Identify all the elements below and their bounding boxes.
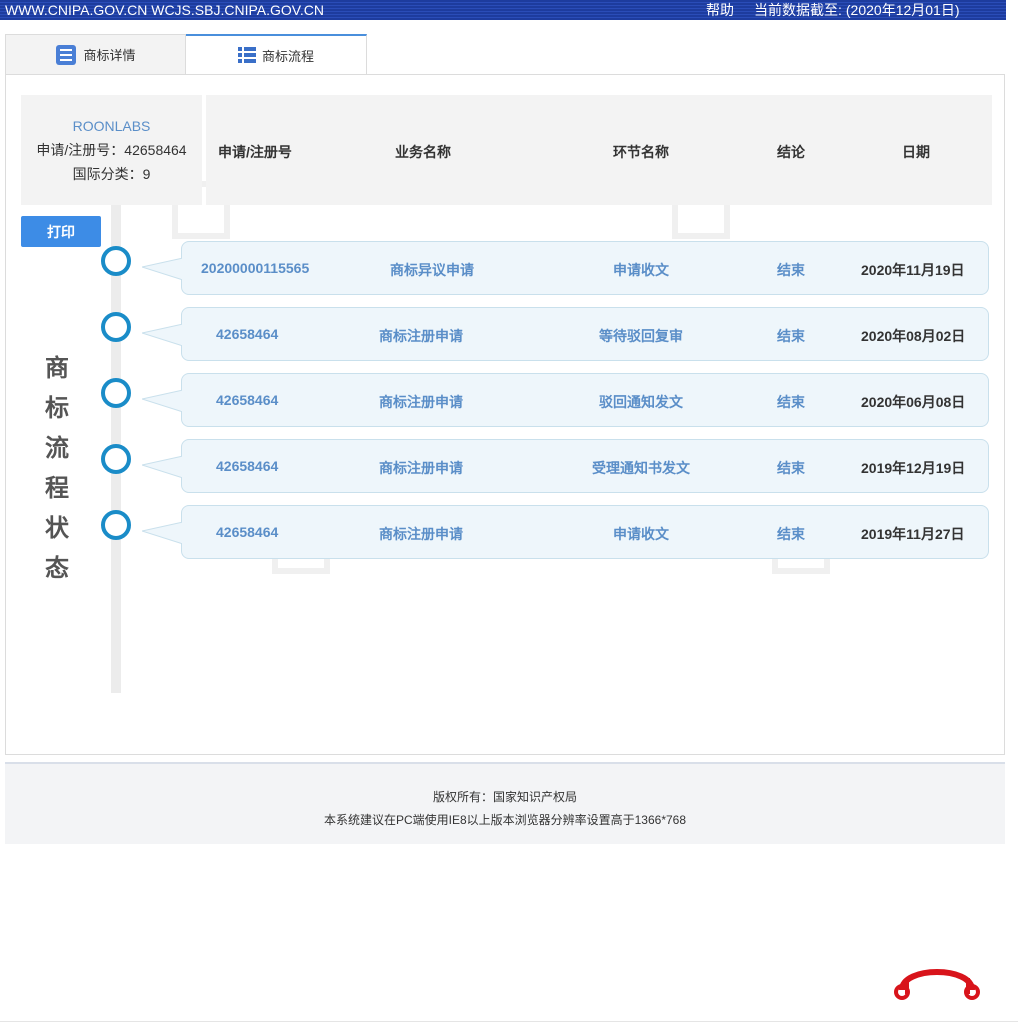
row-date: 2019年11月27日 xyxy=(861,526,965,542)
print-button[interactable]: 打印 xyxy=(21,216,101,247)
top-bar: WWW.CNIPA.GOV.CN WCJS.SBJ.CNIPA.GOV.CN 帮… xyxy=(0,0,1006,20)
site-domains: WWW.CNIPA.GOV.CN WCJS.SBJ.CNIPA.GOV.CN xyxy=(5,2,324,18)
table-header: 申请/注册号 业务名称 环节名称 结论 日期 xyxy=(206,95,992,205)
vertical-title-char: 标 xyxy=(45,395,69,422)
bottom-divider xyxy=(0,1021,1018,1022)
table-row: 20200000115565 商标异议申请 申请收文 结束 2020年11月19… xyxy=(142,241,989,295)
registration-number: 申请/注册号：42658464 xyxy=(36,142,187,158)
row-business: 商标注册申请 xyxy=(379,394,463,410)
row-date: 2020年06月08日 xyxy=(861,394,966,410)
grid-list-icon xyxy=(237,47,256,63)
data-date: 当前数据截至: (2020年12月01日) xyxy=(754,0,960,20)
row-date: 2020年11月19日 xyxy=(861,262,965,278)
vertical-title: 商 标 流 程 状 态 xyxy=(45,349,69,589)
process-panel: ROONLABS 申请/注册号：42658464 国际分类：9 申请/注册号 业… xyxy=(5,74,1005,755)
tab-trademark-details[interactable]: 商标详情 xyxy=(5,34,186,74)
header-result: 结论 xyxy=(777,144,805,160)
vertical-title-char: 状 xyxy=(45,515,69,542)
tab-trademark-process[interactable]: 商标流程 xyxy=(186,34,367,74)
row-result: 结束 xyxy=(777,460,805,476)
row-pointer xyxy=(142,522,182,544)
row-pointer xyxy=(142,390,182,412)
row-step: 申请收文 xyxy=(613,262,669,278)
international-class: 国际分类：9 xyxy=(72,166,151,182)
row-date: 2019年12月19日 xyxy=(861,460,966,476)
table-row: 42658464 商标注册申请 等待驳回复审 结束 2020年08月02日 xyxy=(142,307,989,361)
vertical-title-char: 商 xyxy=(45,355,69,382)
browser-note: 本系统建议在PC端使用IE8以上版本浏览器分辨率设置高于1366*768 xyxy=(323,813,687,827)
help-link[interactable]: 帮助 xyxy=(706,0,734,20)
row-pointer xyxy=(142,324,182,346)
row-business: 商标注册申请 xyxy=(379,460,463,476)
header-step: 环节名称 xyxy=(613,144,669,160)
data-date-label: 当前数据截至: xyxy=(754,2,842,18)
header-reg-no: 申请/注册号 xyxy=(218,144,292,160)
row-step: 等待驳回复审 xyxy=(599,328,683,344)
row-reg-no[interactable]: 42658464 xyxy=(216,392,278,408)
row-step: 申请收文 xyxy=(613,526,669,542)
row-date: 2020年08月02日 xyxy=(861,328,966,344)
timeline-node xyxy=(101,246,131,276)
row-reg-no[interactable]: 42658464 xyxy=(216,326,278,342)
row-step: 受理通知书发文 xyxy=(592,460,690,476)
timeline-node xyxy=(101,312,131,342)
tab-label: 商标详情 xyxy=(83,48,136,63)
row-reg-no[interactable]: 42658464 xyxy=(216,524,278,540)
header-date: 日期 xyxy=(902,144,930,160)
data-date-value: (2020年12月01日) xyxy=(845,2,960,18)
copyright-text: 版权所有：国家知识产权局 xyxy=(432,790,577,804)
table-row: 42658464 商标注册申请 受理通知书发文 结束 2019年12月19日 xyxy=(142,439,989,493)
trademark-info-box: ROONLABS 申请/注册号：42658464 国际分类：9 xyxy=(21,95,202,205)
row-result: 结束 xyxy=(777,394,805,410)
row-reg-no[interactable]: 42658464 xyxy=(216,458,278,474)
row-result: 结束 xyxy=(777,328,805,344)
tab-label: 商标流程 xyxy=(261,48,314,64)
row-business: 商标注册申请 xyxy=(379,526,463,542)
timeline-node xyxy=(101,378,131,408)
row-result: 结束 xyxy=(777,526,805,542)
row-pointer xyxy=(142,258,182,280)
header-business: 业务名称 xyxy=(395,144,451,160)
vertical-title-char: 态 xyxy=(45,555,69,582)
row-business: 商标注册申请 xyxy=(379,328,463,344)
vertical-title-char: 程 xyxy=(45,475,69,502)
row-pointer xyxy=(142,456,182,478)
timeline-node xyxy=(101,444,131,474)
table-row: 42658464 商标注册申请 驳回通知发文 结束 2020年06月08日 xyxy=(142,373,989,427)
row-business: 商标异议申请 xyxy=(390,262,474,278)
row-step: 驳回通知发文 xyxy=(599,394,683,410)
headphone-logo-icon xyxy=(894,969,981,1000)
vertical-title-char: 流 xyxy=(45,435,69,462)
trademark-name: ROONLABS xyxy=(72,118,151,134)
footer: 版权所有：国家知识产权局 本系统建议在PC端使用IE8以上版本浏览器分辨率设置高… xyxy=(5,762,1005,844)
table-row: 42658464 商标注册申请 申请收文 结束 2019年11月27日 xyxy=(142,505,989,559)
row-reg-no[interactable]: 20200000115565 xyxy=(201,260,309,276)
row-result: 结束 xyxy=(777,262,805,278)
timeline-node xyxy=(101,510,131,540)
list-icon xyxy=(56,44,77,65)
